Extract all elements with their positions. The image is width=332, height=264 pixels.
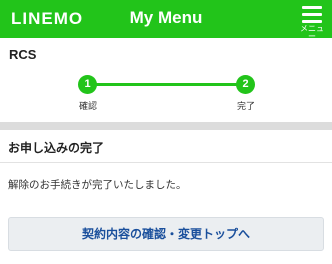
app-header: LINEMO My Menu メニュー bbox=[0, 0, 332, 41]
menu-button[interactable]: メニュー bbox=[298, 4, 326, 41]
step-2-indicator: 2 bbox=[236, 75, 255, 94]
contract-top-button[interactable]: 契約内容の確認・変更トップへ bbox=[8, 217, 324, 251]
progress-card: RCS 1 確認 2 完了 bbox=[0, 38, 332, 122]
service-name: RCS bbox=[9, 47, 37, 62]
step-2-label: 完了 bbox=[236, 102, 255, 112]
completion-card: お申し込みの完了 解除のお手続きが完了いたしました。 契約内容の確認・変更トップ… bbox=[0, 130, 332, 264]
hamburger-icon bbox=[302, 6, 322, 23]
step-1-label: 確認 bbox=[78, 102, 97, 112]
step-1-indicator: 1 bbox=[78, 75, 97, 94]
section-divider bbox=[0, 162, 332, 163]
page-title: My Menu bbox=[129, 8, 203, 27]
completion-title: お申し込みの完了 bbox=[8, 141, 105, 155]
completion-message: 解除のお手続きが完了いたしました。 bbox=[8, 179, 187, 191]
step-progress-line bbox=[88, 83, 246, 86]
